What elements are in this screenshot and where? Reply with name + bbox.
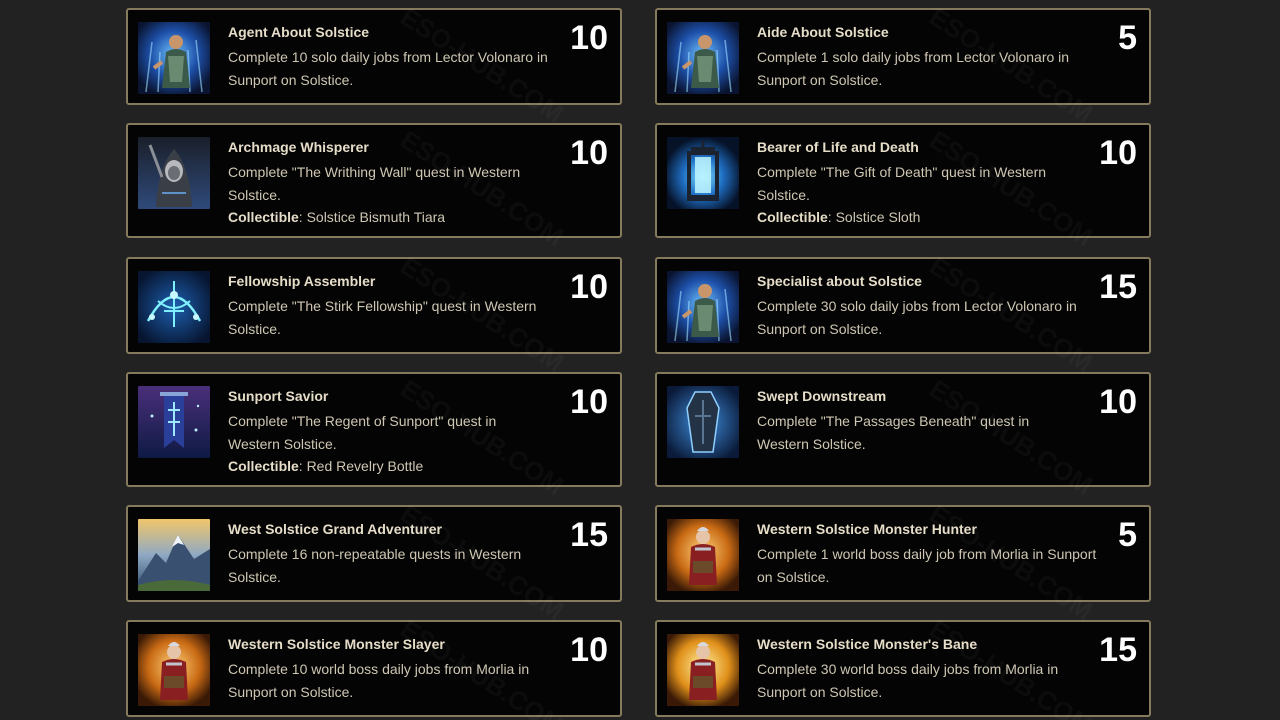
achievement-points: 10 bbox=[570, 19, 608, 57]
achievement-title: Aide About Solstice bbox=[757, 24, 889, 40]
achievement-description: Complete 16 non-repeatable quests in Wes… bbox=[228, 546, 522, 585]
achievement-title: Swept Downstream bbox=[757, 388, 887, 404]
figure-blue-aura-icon bbox=[138, 22, 210, 94]
collectible-line: Collectible: Solstice Sloth bbox=[757, 206, 1097, 229]
collectible-label: Collectible bbox=[228, 209, 299, 225]
achievement-points: 10 bbox=[1099, 383, 1137, 421]
collectible-label: Collectible bbox=[228, 458, 299, 474]
achievement-points: 10 bbox=[570, 383, 608, 421]
achievement-points: 5 bbox=[1118, 516, 1137, 554]
achievement-title: Agent About Solstice bbox=[228, 24, 370, 40]
achievement-card-western-solstice-monster-slayer: Western Solstice Monster Slayer Complete… bbox=[126, 620, 622, 717]
hooded-mage-icon bbox=[138, 137, 210, 209]
achievement-points: 15 bbox=[1099, 631, 1137, 669]
achievement-points: 10 bbox=[1099, 134, 1137, 172]
achievement-card-specialist-about-solstice: Specialist about Solstice Complete 30 so… bbox=[655, 257, 1151, 354]
achievement-points: 15 bbox=[570, 516, 608, 554]
achievement-description: Complete 10 world boss daily jobs from M… bbox=[228, 661, 530, 700]
achievement-title: West Solstice Grand Adventurer bbox=[228, 521, 442, 537]
description-text: Complete "The Writhing Wall" quest in We… bbox=[228, 164, 521, 203]
description-text: Complete "The Regent of Sunport" quest i… bbox=[228, 413, 497, 452]
achievement-description: Complete 30 solo daily jobs from Lector … bbox=[757, 298, 1077, 337]
achievement-card-western-solstice-monster-hunter: Western Solstice Monster Hunter Complete… bbox=[655, 505, 1151, 602]
coffin-icon bbox=[667, 386, 739, 458]
achievement-description: Complete 1 world boss daily job from Mor… bbox=[757, 546, 1097, 585]
achievement-points: 10 bbox=[570, 134, 608, 172]
achievement-points: 10 bbox=[570, 268, 608, 306]
blue-lantern-icon bbox=[667, 137, 739, 209]
achievement-title: Western Solstice Monster's Bane bbox=[757, 636, 978, 652]
achievement-title: Western Solstice Monster Slayer bbox=[228, 636, 445, 652]
achievement-description: Complete 1 solo daily jobs from Lector V… bbox=[757, 49, 1070, 88]
achievement-title: Specialist about Solstice bbox=[757, 273, 922, 289]
achievement-card-sunport-savior: Sunport Savior Complete "The Regent of S… bbox=[126, 372, 622, 487]
warrior-with-book-icon bbox=[667, 634, 739, 706]
arcane-sigil-icon bbox=[138, 271, 210, 343]
achievement-title: Bearer of Life and Death bbox=[757, 139, 919, 155]
achievement-card-aide-about-solstice: Aide About Solstice Complete 1 solo dail… bbox=[655, 8, 1151, 105]
achievement-card-swept-downstream: Swept Downstream Complete "The Passages … bbox=[655, 372, 1151, 487]
achievement-points: 15 bbox=[1099, 268, 1137, 306]
collectible-value: : Solstice Sloth bbox=[827, 209, 921, 225]
achievement-description: Complete "The Writhing Wall" quest in We… bbox=[228, 161, 548, 229]
collectible-line: Collectible: Red Revelry Bottle bbox=[228, 455, 548, 478]
achievement-card-archmage-whisperer: Archmage Whisperer Complete "The Writhin… bbox=[126, 123, 622, 238]
achievement-description: Complete "The Passages Beneath" quest in… bbox=[757, 413, 1030, 452]
achievement-description: Complete "The Gift of Death" quest in We… bbox=[757, 161, 1097, 229]
achievement-card-western-solstice-monsters-bane: Western Solstice Monster's Bane Complete… bbox=[655, 620, 1151, 717]
achievement-card-west-solstice-grand-adventurer: West Solstice Grand Adventurer Complete … bbox=[126, 505, 622, 602]
achievement-card-fellowship-assembler: Fellowship Assembler Complete "The Stirk… bbox=[126, 257, 622, 354]
achievement-title: Fellowship Assembler bbox=[228, 273, 376, 289]
achievement-description: Complete 10 solo daily jobs from Lector … bbox=[228, 49, 548, 88]
achievement-grid: Agent About Solstice Complete 10 solo da… bbox=[0, 0, 1280, 720]
collectible-value: : Solstice Bismuth Tiara bbox=[298, 209, 446, 225]
warrior-with-book-icon bbox=[667, 519, 739, 591]
figure-blue-aura-icon bbox=[667, 22, 739, 94]
achievement-description: Complete "The Stirk Fellowship" quest in… bbox=[228, 298, 537, 337]
warrior-with-book-icon bbox=[138, 634, 210, 706]
achievement-card-bearer-of-life-and-death: Bearer of Life and Death Complete "The G… bbox=[655, 123, 1151, 238]
collectible-value: : Red Revelry Bottle bbox=[298, 458, 424, 474]
achievement-title: Western Solstice Monster Hunter bbox=[757, 521, 977, 537]
mountain-landscape-icon bbox=[138, 519, 210, 591]
achievement-points: 5 bbox=[1118, 19, 1137, 57]
achievement-card-agent-about-solstice: Agent About Solstice Complete 10 solo da… bbox=[126, 8, 622, 105]
collectible-label: Collectible bbox=[757, 209, 828, 225]
achievement-description: Complete "The Regent of Sunport" quest i… bbox=[228, 410, 548, 478]
achievement-description: Complete 30 world boss daily jobs from M… bbox=[757, 661, 1059, 700]
figure-blue-aura-icon bbox=[667, 271, 739, 343]
achievement-title: Archmage Whisperer bbox=[228, 139, 369, 155]
description-text: Complete "The Gift of Death" quest in We… bbox=[757, 164, 1047, 203]
achievement-title: Sunport Savior bbox=[228, 388, 329, 404]
glowing-banner-icon bbox=[138, 386, 210, 458]
collectible-line: Collectible: Solstice Bismuth Tiara bbox=[228, 206, 548, 229]
achievement-points: 10 bbox=[570, 631, 608, 669]
